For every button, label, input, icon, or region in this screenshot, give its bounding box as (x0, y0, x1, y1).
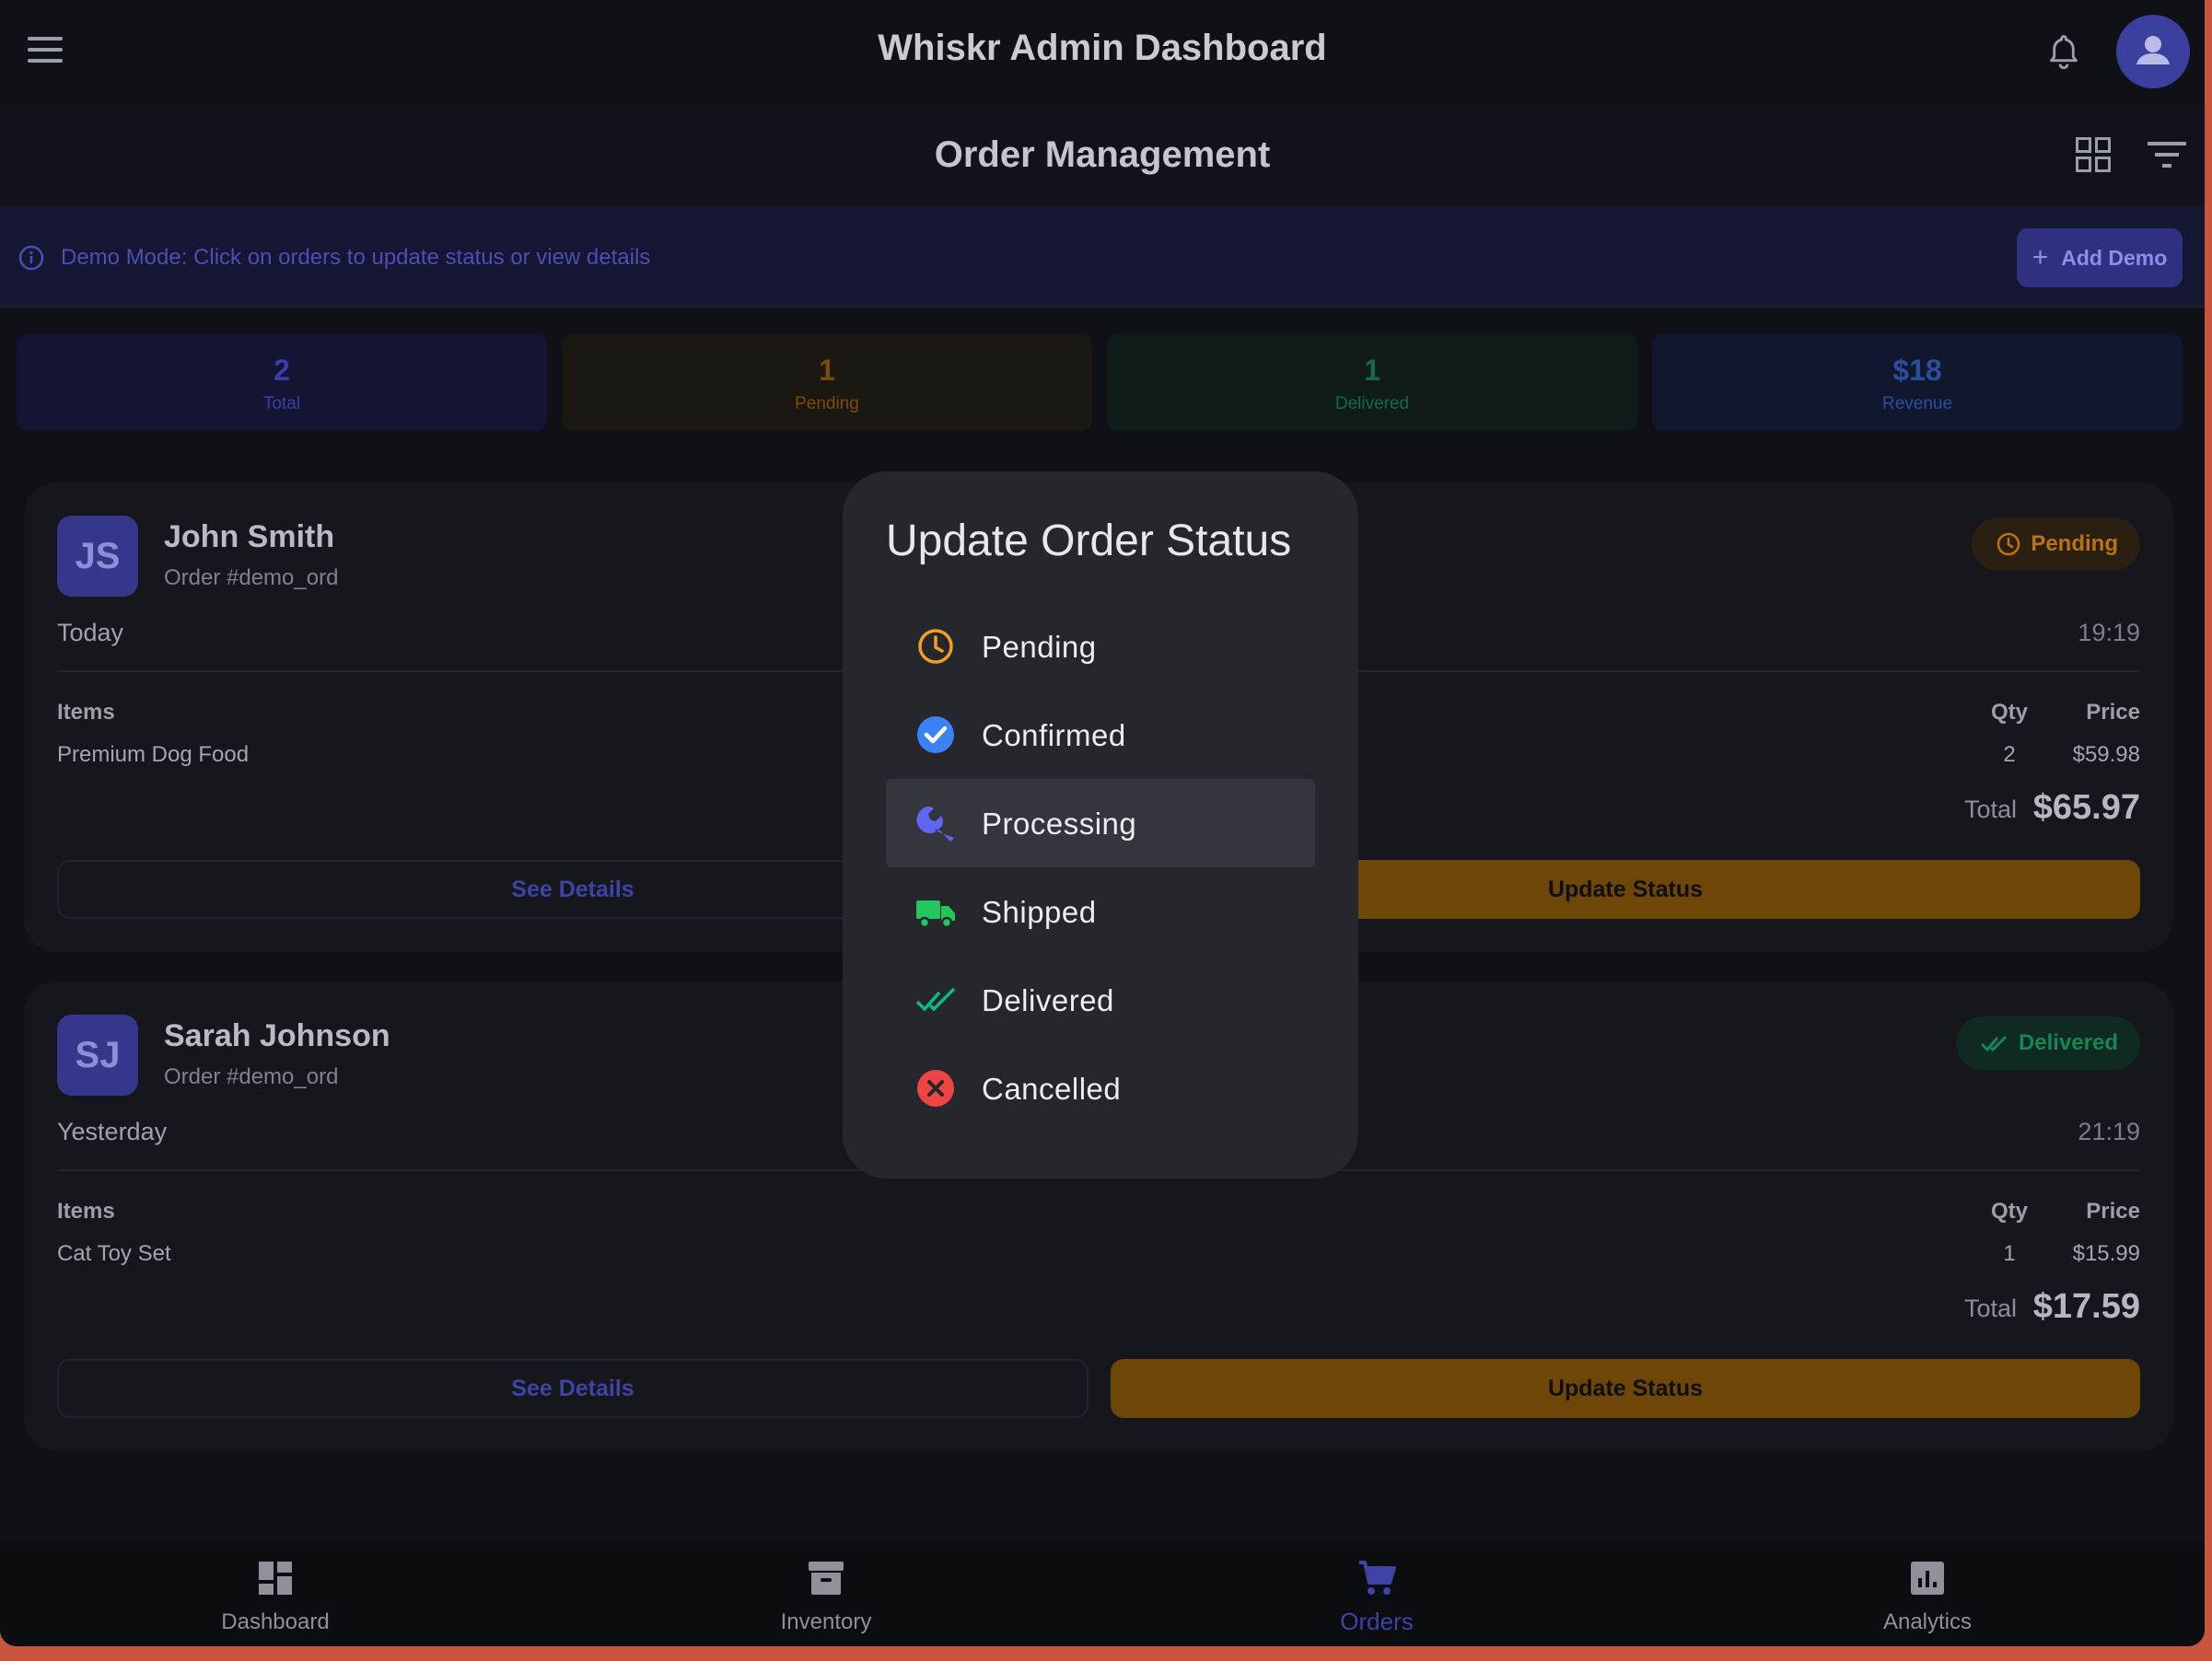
analytics-icon (1911, 1562, 1944, 1595)
clock-icon (1997, 532, 2020, 556)
status-option-label: Cancelled (982, 1072, 1122, 1106)
status-option-delivered[interactable]: Delivered (886, 956, 1315, 1044)
status-option-processing[interactable]: Processing (886, 779, 1315, 867)
update-status-dialog: Update Order Status Pending Confirmed Pr… (843, 471, 1358, 1179)
stat-label: Delivered (1334, 394, 1410, 413)
add-demo-label: Add Demo (2061, 245, 2168, 270)
stat-delivered: 1 Delivered (1107, 333, 1637, 431)
check-circle-icon (917, 716, 954, 753)
nav-item-dashboard[interactable]: Dashboard (0, 1541, 551, 1646)
grid-view-icon[interactable] (2076, 137, 2111, 172)
double-check-icon (1980, 1035, 2007, 1052)
stat-total: 2 Total (17, 333, 547, 431)
status-option-cancelled[interactable]: Cancelled (886, 1044, 1315, 1132)
order-time: 19:19 (2078, 619, 2140, 646)
update-status-button[interactable]: Update Status (1111, 1359, 2140, 1418)
order-time: 21:19 (2078, 1118, 2140, 1145)
total-label: Total (1963, 796, 2017, 823)
status-option-label: Shipped (982, 895, 1097, 929)
clock-icon (918, 629, 953, 664)
status-option-confirmed[interactable]: Confirmed (886, 691, 1315, 779)
info-icon (18, 245, 44, 271)
total-value: $65.97 (2032, 788, 2140, 827)
nav-label: Inventory (780, 1609, 872, 1634)
page-header: Order Management (0, 103, 2205, 206)
wrench-icon (916, 807, 954, 842)
stat-label: Pending (795, 394, 859, 413)
status-badge: Pending (1972, 517, 2140, 571)
customer-avatar: SJ (57, 1015, 138, 1096)
stat-label: Revenue (1881, 394, 1953, 413)
item-qty: 1 (2003, 1241, 2016, 1266)
nav-item-analytics[interactable]: Analytics (1652, 1541, 2203, 1646)
stat-label: Total (262, 394, 301, 413)
customer-avatar: JS (57, 516, 138, 597)
status-option-pending[interactable]: Pending (886, 602, 1315, 691)
stat-pending: 1 Pending (562, 333, 1092, 431)
items-header: Items (57, 1199, 115, 1224)
item-qty: 2 (2003, 742, 2016, 767)
order-day: Today (57, 619, 124, 646)
bottom-navigation: Dashboard Inventory Orders Analytics (0, 1541, 2205, 1646)
cancel-circle-icon (917, 1070, 954, 1107)
status-badge-label: Delivered (2018, 1030, 2118, 1055)
nav-item-orders[interactable]: Orders (1101, 1541, 1652, 1646)
price-header: Price (2086, 1199, 2140, 1224)
app-title: Whiskr Admin Dashboard (878, 28, 1327, 68)
dialog-title: Update Order Status (886, 517, 1292, 565)
add-demo-button[interactable]: + Add Demo (2017, 228, 2183, 287)
stat-value: 1 (819, 354, 835, 387)
stat-value: $18 (1892, 354, 1942, 387)
archive-icon (809, 1562, 844, 1595)
qty-header: Qty (1990, 700, 2028, 725)
qty-header: Qty (1990, 1199, 2028, 1224)
item-price: $59.98 (2072, 742, 2140, 767)
person-icon (2136, 36, 2170, 64)
nav-label: Analytics (1882, 1609, 1973, 1634)
page-title: Order Management (934, 134, 1271, 175)
profile-avatar-button[interactable] (2116, 15, 2190, 88)
cart-icon (1359, 1561, 1396, 1595)
dashboard-icon (259, 1562, 292, 1595)
status-option-label: Delivered (982, 983, 1114, 1017)
total-label: Total (1963, 1295, 2017, 1322)
stat-revenue: $18 Revenue (1652, 333, 2183, 431)
order-number: Order #demo_ord (164, 1064, 339, 1089)
price-header: Price (2086, 700, 2140, 725)
plus-icon: + (2032, 242, 2049, 273)
item-name: Cat Toy Set (57, 1241, 171, 1266)
nav-label: Dashboard (221, 1609, 330, 1634)
see-details-button[interactable]: See Details (57, 1359, 1089, 1418)
order-day: Yesterday (57, 1118, 168, 1145)
truck-icon (916, 900, 955, 929)
double-check-icon (915, 987, 956, 1012)
status-option-label: Confirmed (982, 718, 1126, 752)
total-value: $17.59 (2032, 1287, 2140, 1326)
status-option-label: Pending (982, 630, 1097, 664)
filter-icon[interactable] (2148, 140, 2186, 169)
status-badge: Delivered (1955, 1016, 2140, 1070)
demo-mode-text: Demo Mode: Click on orders to update sta… (61, 245, 651, 270)
item-name: Premium Dog Food (57, 742, 250, 767)
items-header: Items (57, 700, 115, 725)
order-number: Order #demo_ord (164, 565, 339, 590)
status-option-shipped[interactable]: Shipped (886, 867, 1315, 956)
stat-value: 2 (274, 354, 290, 387)
demo-mode-banner: Demo Mode: Click on orders to update sta… (0, 206, 2205, 308)
item-price: $15.99 (2072, 1241, 2140, 1266)
app-bar: Whiskr Admin Dashboard (0, 0, 2205, 103)
customer-name: Sarah Johnson (164, 1018, 390, 1053)
notification-bell-icon[interactable] (2046, 33, 2081, 72)
customer-name: John Smith (164, 519, 335, 554)
nav-item-inventory[interactable]: Inventory (551, 1541, 1101, 1646)
app-window: Whiskr Admin Dashboard Order Management … (0, 0, 2205, 1646)
status-badge-label: Pending (2031, 531, 2118, 556)
status-option-label: Processing (982, 807, 1137, 841)
stat-value: 1 (1364, 354, 1380, 387)
nav-label: Orders (1340, 1608, 1414, 1635)
